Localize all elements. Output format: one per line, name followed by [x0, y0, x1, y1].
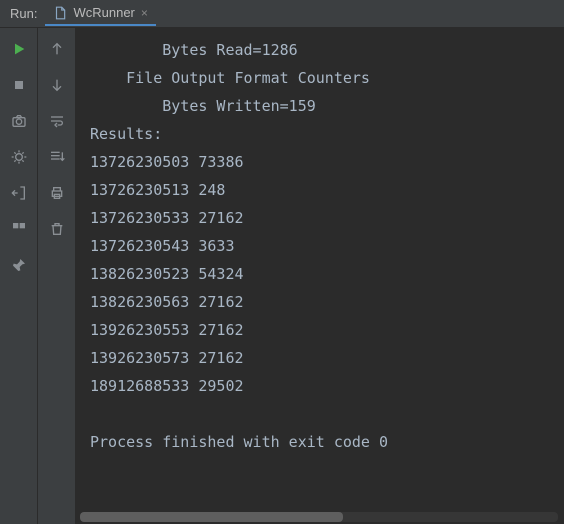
- horizontal-scrollbar[interactable]: [80, 512, 558, 522]
- exit-icon[interactable]: [8, 182, 30, 204]
- console-output[interactable]: Bytes Read=1286 File Output Format Count…: [76, 28, 564, 524]
- debug-icon[interactable]: [8, 146, 30, 168]
- stop-button[interactable]: [8, 74, 30, 96]
- run-panel: Bytes Read=1286 File Output Format Count…: [0, 28, 564, 524]
- print-icon[interactable]: [46, 182, 68, 204]
- down-icon[interactable]: [46, 74, 68, 96]
- trash-icon[interactable]: [46, 218, 68, 240]
- scrollbar-thumb[interactable]: [80, 512, 343, 522]
- pin-icon[interactable]: [8, 254, 30, 276]
- up-icon[interactable]: [46, 38, 68, 60]
- run-label: Run:: [10, 6, 37, 21]
- soft-wrap-icon[interactable]: [46, 110, 68, 132]
- scroll-to-end-icon[interactable]: [46, 146, 68, 168]
- run-tabbar: Run: WcRunner ×: [0, 0, 564, 28]
- file-icon: [53, 6, 67, 20]
- run-button[interactable]: [8, 38, 30, 60]
- close-icon[interactable]: ×: [141, 6, 148, 20]
- layout-icon[interactable]: [8, 218, 30, 240]
- tab-label: WcRunner: [73, 5, 134, 20]
- tab-wcrunner[interactable]: WcRunner ×: [45, 1, 155, 26]
- run-toolbar-mid: [38, 28, 76, 524]
- camera-icon[interactable]: [8, 110, 30, 132]
- run-toolbar-left: [0, 28, 38, 524]
